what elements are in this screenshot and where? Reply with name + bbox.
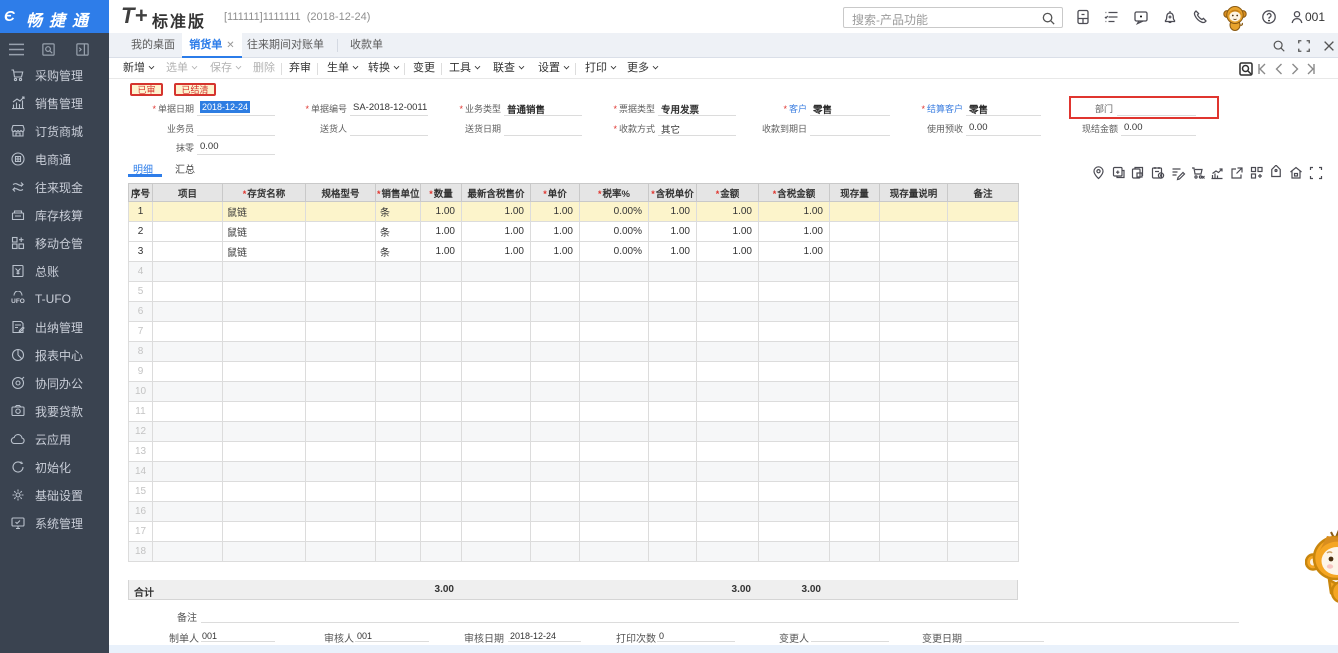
svg-text:UFO: UFO [11, 298, 25, 305]
